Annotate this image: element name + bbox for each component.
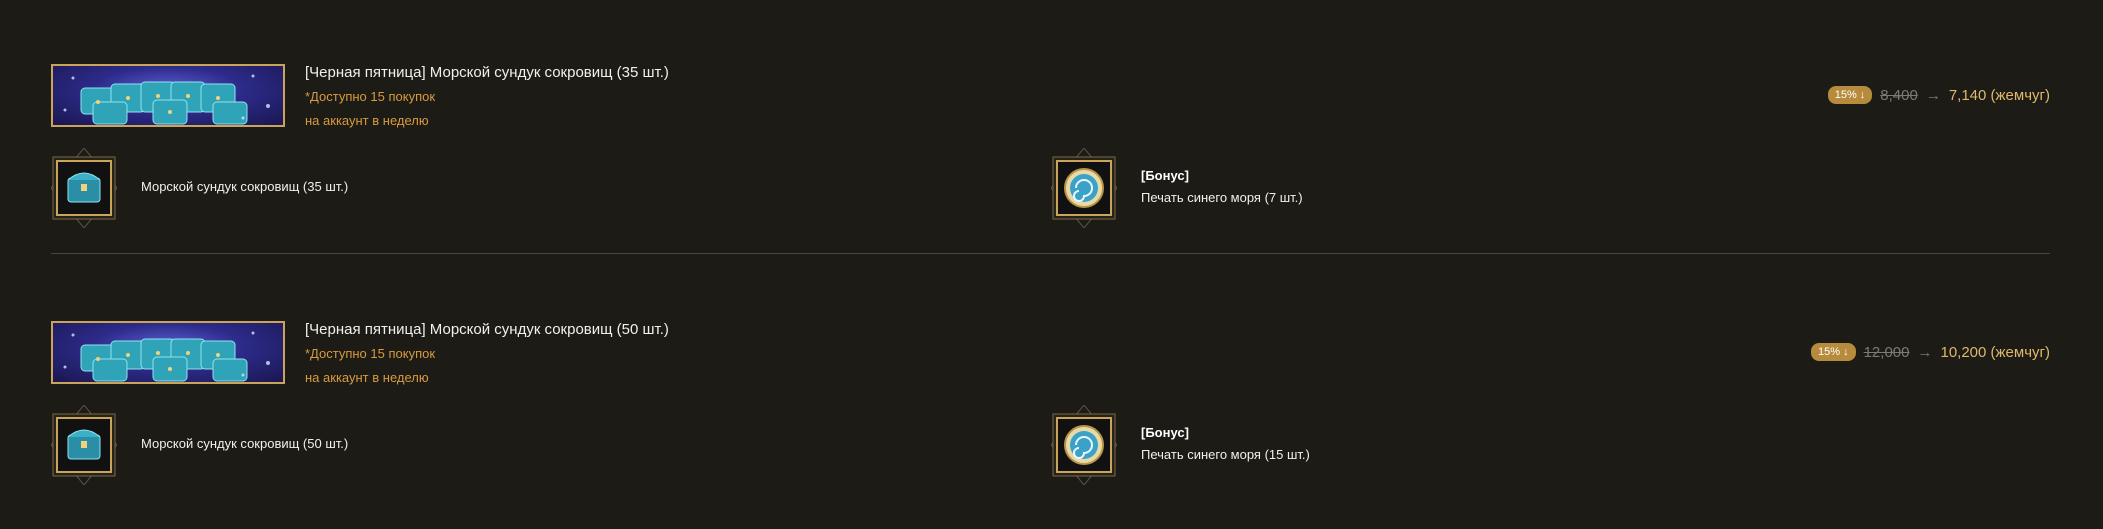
- purchase-limit-note: *Доступно 15 покупок: [305, 346, 436, 361]
- item-label: Морской сундук сокровищ (35 шт.): [141, 179, 349, 194]
- old-price: 8,400: [1880, 86, 1918, 104]
- offer-banner-image: [51, 321, 285, 384]
- offer-title: [Черная пятница] Морской сундук сокровищ…: [305, 321, 669, 338]
- bonus-tag: [Бонус]: [1141, 168, 1189, 183]
- item-label: Морской сундук сокровищ (50 шт.): [141, 436, 349, 451]
- blue-sea-seal-icon: [1051, 148, 1117, 228]
- new-price: 7,140 (жемчуг): [1948, 86, 2050, 104]
- divider: [51, 253, 2050, 254]
- old-price: 12,000: [1863, 343, 1910, 361]
- price-arrow: →: [1917, 343, 1933, 361]
- discount-badge: 15% ↓: [1811, 343, 1856, 361]
- price-block: 15% ↓ 12,000 → 10,200 (жемчуг): [1811, 343, 2050, 361]
- new-price: 10,200 (жемчуг): [1940, 343, 2050, 361]
- offer-banner-image: [51, 64, 285, 127]
- purchase-limit-note-cont: на аккаунт в неделю: [305, 113, 429, 128]
- purchase-limit-note-cont: на аккаунт в неделю: [305, 370, 429, 385]
- offer-title: [Черная пятница] Морской сундук сокровищ…: [305, 64, 669, 81]
- purchase-limit-note: *Доступно 15 покупок: [305, 89, 436, 104]
- blue-sea-seal-icon: [1051, 405, 1117, 485]
- price-arrow: →: [1925, 86, 1941, 104]
- treasure-chest-icon: [51, 148, 117, 228]
- item-label: Печать синего моря (15 шт.): [1141, 447, 1310, 462]
- bonus-tag: [Бонус]: [1141, 425, 1189, 440]
- discount-badge: 15% ↓: [1827, 86, 1873, 104]
- price-block: 15% ↓ 8,400 → 7,140 (жемчуг): [1827, 86, 2050, 104]
- treasure-chest-icon: [51, 405, 117, 485]
- item-label: Печать синего моря (7 шт.): [1141, 190, 1303, 205]
